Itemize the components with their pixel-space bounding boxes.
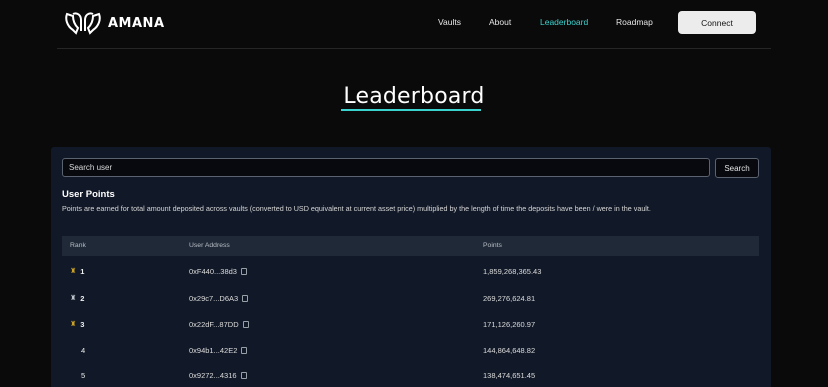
- copy-icon[interactable]: [242, 295, 249, 302]
- search-input[interactable]: Search user: [62, 158, 710, 177]
- table-row: ♜ 1 0xF440...38d3 1,859,268,365.43: [62, 258, 759, 284]
- trophy-gold-icon: ♜: [70, 268, 77, 275]
- rank-cell: ♜ 2: [70, 294, 84, 303]
- page-title: Leaderboard: [343, 84, 485, 109]
- rank-number: 1: [80, 267, 85, 276]
- brand-name: AMANA: [108, 15, 165, 31]
- user-address: 0x9272...4316: [189, 371, 237, 380]
- rank-number: 4: [81, 346, 86, 355]
- site-header: AMANA Vaults About Leaderboard Roadmap C…: [0, 0, 828, 48]
- rank-cell: ♜ 3: [70, 320, 84, 329]
- rank-number: 5: [81, 371, 86, 380]
- points-value: 138,474,651.45: [483, 371, 536, 380]
- rank-number: 3: [80, 320, 85, 329]
- leaderboard-panel: Search user Search User Points Points ar…: [51, 147, 771, 387]
- nav-link-about[interactable]: About: [489, 17, 511, 27]
- table-row: 5 0x9272...4316 138,474,651.45: [62, 362, 759, 387]
- rank-number: 2: [80, 294, 85, 303]
- copy-icon[interactable]: [242, 321, 249, 328]
- user-address: 0xF440...38d3: [189, 267, 237, 276]
- nav-link-roadmap[interactable]: Roadmap: [616, 17, 653, 27]
- nav-link-vaults[interactable]: Vaults: [438, 17, 461, 27]
- copy-icon[interactable]: [240, 268, 247, 275]
- table-row: 4 0x94b1...42E2 144,864,648.82: [62, 337, 759, 363]
- address-cell: 0x22dF...87DD: [189, 320, 249, 329]
- address-cell: 0x29c7...D6A3: [189, 294, 249, 303]
- address-cell: 0xF440...38d3: [189, 267, 247, 276]
- user-points-title: User Points: [62, 189, 115, 200]
- table-row: ♜ 2 0x29c7...D6A3 269,276,624.81: [62, 285, 759, 311]
- logo-mark-icon: [65, 12, 101, 35]
- user-points-description: Points are earned for total amount depos…: [62, 204, 651, 213]
- address-cell: 0x9272...4316: [189, 371, 247, 380]
- column-header-rank: Rank: [70, 242, 86, 249]
- rank-cell: 5: [81, 371, 85, 380]
- connect-button[interactable]: Connect: [678, 11, 756, 34]
- brand-logo[interactable]: AMANA: [64, 10, 165, 36]
- points-value: 171,126,260.97: [483, 320, 536, 329]
- rank-cell: ♜ 1: [70, 267, 84, 276]
- points-value: 1,859,268,365.43: [483, 267, 542, 276]
- copy-icon[interactable]: [240, 372, 247, 379]
- table-header: Rank User Address Points: [62, 236, 759, 256]
- column-header-points: Points: [483, 242, 502, 249]
- title-underline: [341, 109, 481, 111]
- header-divider: [57, 48, 771, 49]
- column-header-address: User Address: [189, 242, 230, 249]
- points-value: 144,864,648.82: [483, 346, 536, 355]
- table-row: ♜ 3 0x22dF...87DD 171,126,260.97: [62, 311, 759, 337]
- user-address: 0x29c7...D6A3: [189, 294, 239, 303]
- points-value: 269,276,624.81: [483, 294, 536, 303]
- user-address: 0x22dF...87DD: [189, 320, 239, 329]
- trophy-silver-icon: ♜: [70, 295, 77, 302]
- nav-link-leaderboard[interactable]: Leaderboard: [540, 17, 588, 27]
- user-address: 0x94b1...42E2: [189, 346, 238, 355]
- address-cell: 0x94b1...42E2: [189, 346, 248, 355]
- copy-icon[interactable]: [241, 347, 248, 354]
- trophy-bronze-icon: ♜: [70, 321, 77, 328]
- search-button[interactable]: Search: [715, 158, 759, 178]
- rank-cell: 4: [81, 346, 85, 355]
